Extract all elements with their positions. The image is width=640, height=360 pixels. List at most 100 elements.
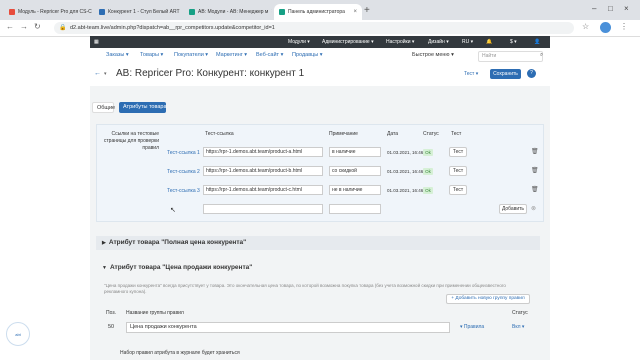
quick-menu-dropdown[interactable]: Быстрое меню ▾ xyxy=(412,52,454,58)
nav-language[interactable]: RU ▾ xyxy=(462,36,473,48)
tab-favicon-icon xyxy=(279,9,285,15)
header-test: Тест xyxy=(451,131,462,137)
test-button-3[interactable]: Тест xyxy=(449,185,467,195)
avatar[interactable] xyxy=(600,22,611,33)
test-button-2[interactable]: Тест xyxy=(449,166,467,176)
browser-tab-3[interactable]: AB: Модули - AB: Менеджер м × xyxy=(184,4,272,20)
menu-orders[interactable]: Заказы ▾ xyxy=(106,52,129,58)
save-button[interactable]: Сохранить xyxy=(490,69,521,79)
add-rule-group-button[interactable]: + Добавить новую группу правил xyxy=(446,294,530,304)
test-link-date-2: 01.03.2021, 16:46 xyxy=(387,169,424,174)
section-sale-price[interactable]: ▼ Атрибут товара "Цена продажи конкурента… xyxy=(96,261,540,275)
help-icon[interactable]: ? xyxy=(527,69,536,78)
test-link-note-1[interactable]: в наличие xyxy=(329,147,381,157)
browser-tab-1[interactable]: Модуль - Repricer Pro для CS-C × xyxy=(4,4,92,20)
test-link-note-2[interactable]: со скидкой xyxy=(329,166,381,176)
search-placeholder: Найти xyxy=(482,53,497,59)
close-icon[interactable]: × xyxy=(350,9,357,15)
menu-vendors[interactable]: Продавцы ▾ xyxy=(292,52,323,58)
test-link-url-3[interactable]: https://rpr-1.demos.abt.team/product-c.h… xyxy=(203,185,323,195)
tab-favicon-icon xyxy=(99,9,105,15)
nav-settings[interactable]: Настройки ▾ xyxy=(386,36,414,48)
chevron-down-icon[interactable]: ▾ xyxy=(104,71,107,77)
page-header: ← ▾ AB: Repricer Pro: Конкурент: конкуре… xyxy=(90,64,550,87)
nav-design[interactable]: Дизайн ▾ xyxy=(428,36,449,48)
address-bar: ← → ↻ 🔒 d2.abt-team.live/admin.php?dispa… xyxy=(0,20,640,37)
test-links-panel: Ссылки на тестовые страницы для проверки… xyxy=(96,124,544,222)
browser-tab-4[interactable]: Панель администратора × xyxy=(274,4,362,20)
test-link-url-1[interactable]: https://rpr-1.demos.abt.team/product-a.h… xyxy=(203,147,323,157)
group-name-input[interactable]: Цена продажи конкурента xyxy=(126,322,450,333)
header-position: Поз. xyxy=(106,310,116,316)
new-test-link-note[interactable] xyxy=(329,204,381,214)
nav-modules[interactable]: Модули ▾ xyxy=(288,36,310,48)
tab-favicon-icon xyxy=(189,9,195,15)
tab-title: Панель администратора xyxy=(288,9,345,15)
test-button-1[interactable]: Тест xyxy=(449,147,467,157)
header-note: Примечание xyxy=(329,131,358,137)
url-text: d2.abt-team.live/admin.php?dispatch=ab__… xyxy=(70,25,275,31)
url-input[interactable]: 🔒 d2.abt-team.live/admin.php?dispatch=ab… xyxy=(54,22,574,34)
tab-title: Конкурент 1 - Стул Белый ART xyxy=(108,9,180,15)
menu-customers[interactable]: Покупатели ▾ xyxy=(174,52,208,58)
clear-icon[interactable]: ⊗ xyxy=(531,205,536,212)
menu-marketing[interactable]: Маркетинг ▾ xyxy=(216,52,247,58)
status-badge: Ok xyxy=(423,168,433,175)
trash-icon[interactable]: 🗑 xyxy=(531,148,539,155)
maximize-icon[interactable]: □ xyxy=(608,4,613,13)
nav-currency[interactable]: $ ▾ xyxy=(510,36,517,48)
menu-website[interactable]: Веб-сайт ▾ xyxy=(256,52,283,58)
section-full-price-title: Атрибут товара "Полная цена конкурента" xyxy=(108,239,247,246)
search-icon[interactable]: ⌕ xyxy=(540,52,543,59)
new-tab-icon[interactable]: + xyxy=(364,5,370,16)
star-icon[interactable]: ☆ xyxy=(582,22,589,31)
trash-icon[interactable]: 🗑 xyxy=(531,186,539,193)
add-button[interactable]: Добавить xyxy=(499,204,527,214)
user-icon[interactable]: 👤 xyxy=(534,36,540,48)
lock-icon: 🔒 xyxy=(59,25,67,31)
bell-icon[interactable]: 🔔 xyxy=(486,36,492,48)
close-icon[interactable]: × xyxy=(180,9,182,15)
group-position[interactable]: 50 xyxy=(108,324,114,330)
header-date: Дата xyxy=(387,131,399,137)
test-link-note-3[interactable]: не в наличие xyxy=(329,185,381,195)
tab-product-attributes[interactable]: Атрибуты товара xyxy=(119,102,167,113)
test-links-label: Ссылки на тестовые страницы для проверки… xyxy=(103,131,159,151)
back-arrow-icon[interactable]: ← xyxy=(94,70,101,77)
home-icon[interactable]: ▦ xyxy=(94,36,99,48)
test-link-date-3: 01.03.2021, 16:46 xyxy=(387,188,424,193)
header-group-name: Название группы правил xyxy=(126,310,184,316)
close-window-icon[interactable]: × xyxy=(624,4,629,13)
rules-toggle[interactable]: ▾ Правила xyxy=(460,324,484,330)
test-link-date-1: 01.03.2021, 16:46 xyxy=(387,150,424,155)
tab-title: AB: Модули - AB: Менеджер м xyxy=(198,9,269,15)
section-sale-price-title: Атрибут товара "Цена продажи конкурента" xyxy=(109,264,253,271)
chevron-right-icon: ▶ xyxy=(102,240,106,246)
menu-products[interactable]: Товары ▾ xyxy=(140,52,163,58)
group-status-dropdown[interactable]: Вкл ▾ xyxy=(512,324,524,330)
new-test-link-url[interactable] xyxy=(203,204,323,214)
back-icon[interactable]: ← xyxy=(6,22,14,31)
menu-dots-icon[interactable]: ⋮ xyxy=(620,22,628,31)
main-content: Общие Атрибуты товара Ссылки на тестовые… xyxy=(90,86,550,360)
header-group-status: Статус xyxy=(512,310,528,316)
minimize-icon[interactable]: – xyxy=(592,4,596,13)
test-link-url-2[interactable]: https://rpr-1.demos.abt.team/product-b.h… xyxy=(203,166,323,176)
browser-tab-2[interactable]: Конкурент 1 - Стул Белый ART × xyxy=(94,4,182,20)
reload-icon[interactable]: ↻ xyxy=(34,22,41,31)
browser-tab-bar: Модуль - Repricer Pro для CS-C × Конкуре… xyxy=(0,0,640,20)
page-title: AB: Repricer Pro: Конкурент: конкурент 1 xyxy=(116,68,305,79)
status-badge: Ok xyxy=(423,149,433,156)
search-input[interactable]: Найти xyxy=(478,51,543,62)
section-full-price[interactable]: ▶ Атрибут товара "Полная цена конкурента" xyxy=(96,236,540,250)
nav-administration[interactable]: Администрирование ▾ xyxy=(322,36,374,48)
tab-favicon-icon xyxy=(9,9,15,15)
forward-icon[interactable]: → xyxy=(20,22,28,31)
admin-top-nav: ▦ Модули ▾ Администрирование ▾ Настройки… xyxy=(90,36,550,48)
trash-icon[interactable]: 🗑 xyxy=(531,167,539,174)
test-link-label-1: Тест-ссылка 1 xyxy=(167,150,200,156)
tab-general[interactable]: Общие xyxy=(92,102,115,113)
test-dropdown[interactable]: Тест ▾ xyxy=(464,71,478,77)
logo-icon: abt xyxy=(6,322,30,346)
close-icon[interactable]: × xyxy=(268,9,272,15)
